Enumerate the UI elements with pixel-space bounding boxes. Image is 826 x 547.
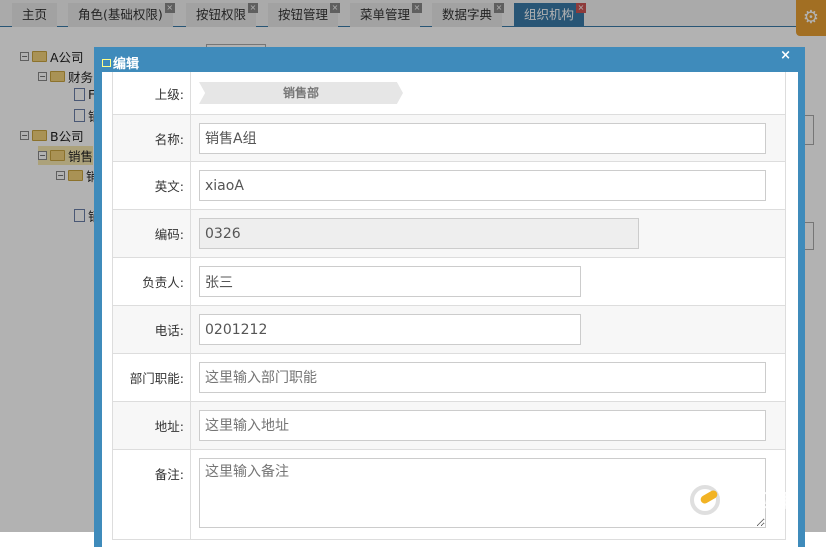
edit-form: 上级: 销售部 名称: 英文: 编码: 负责人: 电话: 部门职能: 地址: 备注…	[112, 72, 786, 540]
dialog-title: 编辑	[102, 53, 139, 72]
name-label: 名称:	[113, 115, 191, 161]
remark-label: 备注:	[113, 450, 191, 540]
remark-textarea[interactable]	[199, 458, 766, 528]
leader-input[interactable]	[199, 266, 581, 297]
close-button[interactable]: ×	[780, 48, 791, 63]
phone-input[interactable]	[199, 314, 581, 345]
english-label: 英文:	[113, 162, 191, 209]
leader-label: 负责人:	[113, 258, 191, 305]
edit-icon	[102, 58, 111, 67]
address-input[interactable]	[199, 410, 766, 441]
phone-label: 电话:	[113, 306, 191, 353]
watermark: 创新互联	[690, 485, 798, 515]
watermark-logo-icon	[690, 485, 720, 515]
duty-label: 部门职能:	[113, 354, 191, 401]
parent-value: 销售部	[199, 82, 403, 104]
address-label: 地址:	[113, 402, 191, 449]
name-input[interactable]	[199, 122, 766, 154]
edit-dialog: 编辑 × 上级: 销售部 名称: 英文: 编码: 负责人: 电话: 部门职能: 地…	[94, 47, 805, 547]
parent-label: 上级:	[113, 72, 191, 114]
code-label: 编码:	[113, 210, 191, 257]
english-input[interactable]	[199, 170, 766, 201]
code-input	[199, 218, 639, 249]
duty-input[interactable]	[199, 362, 766, 393]
